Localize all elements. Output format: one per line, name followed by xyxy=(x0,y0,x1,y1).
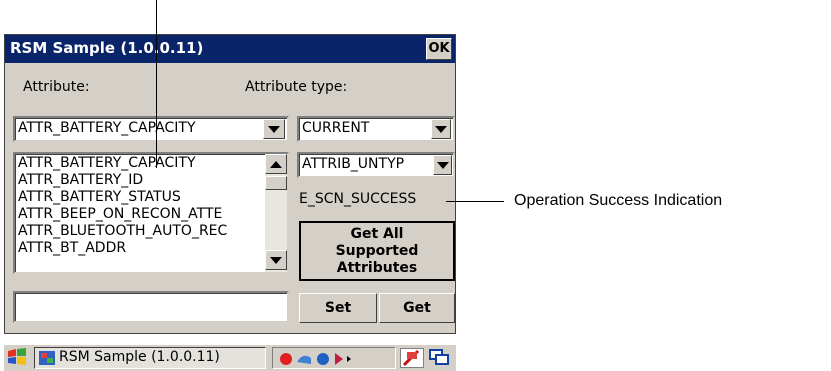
attribute-type-label: Attribute type: xyxy=(245,79,348,95)
scroll-up-button[interactable] xyxy=(265,154,287,174)
list-item[interactable]: ATTR_BATTERY_CAPACITY xyxy=(15,155,263,172)
chevron-down-icon xyxy=(436,161,449,169)
get-button-label: Get xyxy=(403,300,431,316)
get-button[interactable]: Get xyxy=(379,293,455,323)
attribute-listbox[interactable]: ATTR_BATTERY_CAPACITY ATTR_BATTERY_ID AT… xyxy=(13,152,289,274)
start-button[interactable] xyxy=(6,347,30,369)
chevron-down-icon xyxy=(435,125,447,133)
tray-icons xyxy=(280,353,351,365)
app-window: RSM Sample (1.0.0.11) OK Attribute: Attr… xyxy=(4,34,456,334)
data-type-combo-value: ATTRIB_UNTYP xyxy=(302,156,405,172)
chevron-down-icon xyxy=(270,256,282,264)
scroll-down-button[interactable] xyxy=(265,250,287,270)
window-title: RSM Sample (1.0.0.11) xyxy=(10,39,204,57)
chevron-up-icon xyxy=(270,160,282,168)
windows-switch-icon[interactable] xyxy=(428,348,452,368)
callout-pointer-top xyxy=(156,0,157,168)
data-type-combo[interactable]: ATTRIB_UNTYP xyxy=(297,152,455,178)
attribute-combo[interactable]: ATTR_BATTERY_CAPACITY xyxy=(13,116,289,142)
taskbar: RSM Sample (1.0.0.11) xyxy=(4,344,456,371)
taskbar-app-label: RSM Sample (1.0.0.11) xyxy=(59,349,220,365)
list-item[interactable]: ATTR_BT_ADDR xyxy=(15,240,263,257)
chevron-down-icon xyxy=(268,125,280,133)
taskbar-app-button[interactable]: RSM Sample (1.0.0.11) xyxy=(34,347,266,369)
flag-icon[interactable] xyxy=(400,348,424,368)
get-all-button-label: Get All Supported Attributes xyxy=(335,226,419,276)
callout-line xyxy=(446,201,504,202)
list-item[interactable]: ATTR_BEEP_ON_RECON_ATTE xyxy=(15,206,263,223)
list-item[interactable]: ATTR_BATTERY_ID xyxy=(15,172,263,189)
value-input[interactable] xyxy=(13,291,289,323)
scroll-thumb[interactable] xyxy=(265,176,287,190)
set-button-label: Set xyxy=(324,300,352,316)
status-text: E_SCN_SUCCESS xyxy=(299,191,417,207)
app-icon xyxy=(39,351,55,365)
title-bar: RSM Sample (1.0.0.11) OK xyxy=(5,35,455,63)
callout-label: Operation Success Indication xyxy=(514,192,723,209)
get-all-supported-attributes-button[interactable]: Get All Supported Attributes xyxy=(299,221,455,281)
attribute-type-dropdown-button[interactable] xyxy=(431,119,451,139)
windows-logo-icon xyxy=(8,348,26,365)
attribute-combo-dropdown-button[interactable] xyxy=(263,119,285,139)
system-tray xyxy=(272,347,396,369)
list-item[interactable]: ATTR_BLUETOOTH_AUTO_REC xyxy=(15,223,263,240)
list-item[interactable]: ATTR_BATTERY_STATUS xyxy=(15,189,263,206)
set-button[interactable]: Set xyxy=(299,293,377,323)
list-scrollbar[interactable] xyxy=(265,154,287,272)
ok-button[interactable]: OK xyxy=(426,38,452,60)
attribute-list-items: ATTR_BATTERY_CAPACITY ATTR_BATTERY_ID AT… xyxy=(15,155,263,257)
data-type-dropdown-button[interactable] xyxy=(433,155,452,175)
attribute-type-combo-value: CURRENT xyxy=(302,120,370,136)
attribute-combo-value: ATTR_BATTERY_CAPACITY xyxy=(18,120,196,136)
attribute-label: Attribute: xyxy=(23,79,90,95)
